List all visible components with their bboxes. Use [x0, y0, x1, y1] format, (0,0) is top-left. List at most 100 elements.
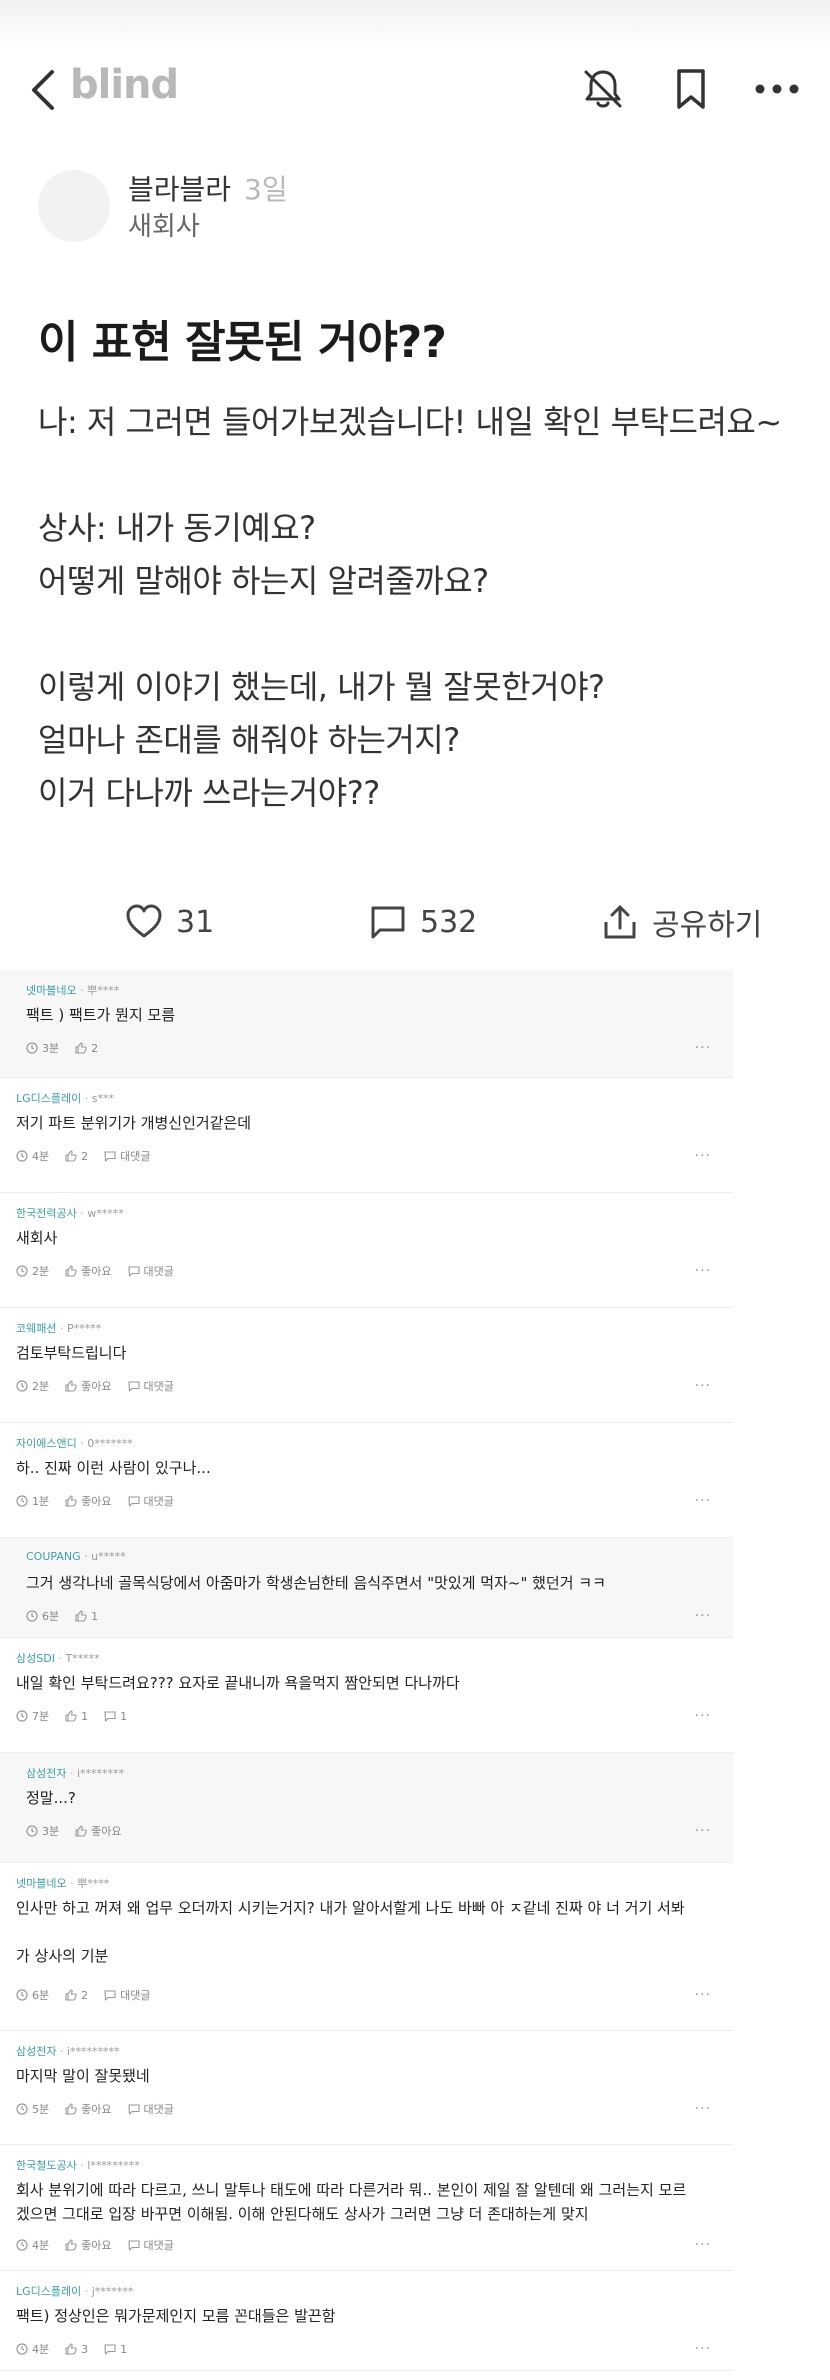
- author-company[interactable]: 새회사: [128, 206, 200, 243]
- thumbs-up-icon: [65, 2103, 77, 2115]
- comment-more-icon[interactable]: ···: [695, 2341, 711, 2357]
- comment-author[interactable]: 삼성전자 · i*********: [16, 2043, 120, 2059]
- comment-author[interactable]: LG디스플레이 · s***: [16, 1090, 114, 1106]
- comment-button[interactable]: 532: [368, 898, 477, 946]
- comment-reply-button[interactable]: 1: [104, 2343, 127, 2356]
- comment-more-icon[interactable]: ···: [695, 2101, 711, 2117]
- comment-reply-button[interactable]: 대댓글: [127, 2101, 174, 2117]
- comment-text-cont: 겠으면 그대로 입장 바꾸면 이해됨. 이해 안된다해도 상사가 그러면 그냥 …: [16, 2205, 589, 2223]
- comment-reply-button[interactable]: 대댓글: [127, 1378, 174, 1394]
- reply-icon: [127, 2240, 140, 2251]
- comment-footer: 5분 좋아요 대댓글: [16, 2101, 174, 2117]
- comment-text: 내일 확인 부탁드려요??? 요자로 끝내니까 욕을먹지 짬안되면 다나까다: [16, 1674, 460, 1692]
- thumbs-up-icon: [65, 1710, 77, 1722]
- comment-user-id: u*****: [91, 1550, 126, 1563]
- comment-company: COUPANG: [26, 1550, 81, 1563]
- comment-more-icon[interactable]: ···: [695, 1708, 711, 1724]
- comment-user-id: 뿌****: [87, 984, 120, 997]
- comment-item[interactable]: COUPANG · u***** 그거 생각나네 골목식당에서 아줌마가 학생손님…: [0, 1538, 733, 1638]
- comment-reply-button[interactable]: 대댓글: [104, 1148, 151, 1164]
- comment-item[interactable]: 넷마블네오 · 뿌**** 팩트 ) 팩트가 뭔지 모름 3분 2 ···: [0, 970, 733, 1078]
- comment-company: 넷마블네오: [16, 1877, 67, 1890]
- bell-off-icon[interactable]: [580, 66, 626, 112]
- comment-user-id: T*****: [65, 1652, 100, 1665]
- comment-time: 4분: [16, 2341, 49, 2357]
- comment-time: 2분: [16, 1378, 49, 1394]
- comment-item[interactable]: 코웨패션 · P***** 검토부탁드립니다 2분 좋아요 대댓글 ···: [0, 1308, 733, 1423]
- author-name[interactable]: 블라블라: [128, 168, 231, 208]
- comment-item[interactable]: 삼성전자 · i********* 마지막 말이 잘못됐네 5분 좋아요 대댓글 ···: [0, 2031, 733, 2145]
- comment-user-id: i*********: [66, 2045, 120, 2058]
- comment-reply-button[interactable]: 대댓글: [127, 1493, 174, 1509]
- comment-footer: 6분 1: [26, 1608, 98, 1624]
- thumbs-up-icon: [75, 1825, 87, 1837]
- comment-author[interactable]: 삼성전자 · i********: [26, 1765, 124, 1781]
- comment-more-icon[interactable]: ···: [695, 2237, 711, 2253]
- comment-like-button[interactable]: 좋아요: [65, 2237, 112, 2253]
- comment-like-button[interactable]: 좋아요: [65, 1493, 112, 1509]
- comment-more-icon[interactable]: ···: [695, 1040, 711, 1056]
- comment-like-button[interactable]: 1: [75, 1610, 98, 1623]
- comment-item[interactable]: 넷마블네오 · 뿌**** 인사만 하고 꺼져 왜 업무 오더까지 시키는거지? …: [0, 1863, 733, 2031]
- comment-text: 인사만 하고 꺼져 왜 업무 오더까지 시키는거지? 내가 알아서할게 나도 바…: [16, 1899, 685, 1917]
- comment-author[interactable]: LG디스플레이 · j*******: [16, 2283, 133, 2299]
- more-horizontal-icon[interactable]: [754, 66, 800, 112]
- like-button[interactable]: 31: [124, 898, 214, 946]
- post-actions: 31 532 공유하기: [0, 890, 830, 954]
- comment-user-id: l*********: [87, 2159, 140, 2172]
- thumbs-up-icon: [65, 1495, 77, 1507]
- share-button[interactable]: 공유하기: [600, 898, 762, 946]
- comment-more-icon[interactable]: ···: [695, 1378, 711, 1394]
- comment-author[interactable]: 넷마블네오 · 뿌****: [26, 982, 119, 998]
- comment-author[interactable]: 코웨패션 · P*****: [16, 1320, 101, 1336]
- comment-reply-button[interactable]: 1: [104, 1710, 127, 1723]
- comment-text: 회사 분위기에 따라 다르고, 쓰니 말투나 태도에 따라 다른거라 뭐.. 본…: [16, 2181, 687, 2199]
- comment-author[interactable]: 한국철도공사 · l*********: [16, 2157, 140, 2173]
- comment-like-button[interactable]: 2: [65, 1150, 88, 1163]
- comment-item[interactable]: 삼성전자 · i******** 정말...? 3분 좋아요 ···: [0, 1753, 733, 1863]
- bookmark-icon[interactable]: [668, 66, 714, 112]
- comment-item[interactable]: 삼성SDI · T***** 내일 확인 부탁드려요??? 요자로 끝내니까 욕을…: [0, 1638, 733, 1753]
- comment-item[interactable]: 자이에스앤디 · 0******* 하.. 진짜 이런 사람이 있구나... 1분 좋…: [0, 1423, 733, 1538]
- comment-author[interactable]: 한국전력공사 · w*****: [16, 1205, 124, 1221]
- comment-icon: [371, 906, 405, 939]
- comment-like-button[interactable]: 1: [65, 1710, 88, 1723]
- comment-item[interactable]: LG디스플레이 · j******* 팩트) 정상인은 뭐가문제인지 모름 꼰대들…: [0, 2271, 733, 2371]
- comment-author[interactable]: 삼성SDI · T*****: [16, 1650, 100, 1666]
- comment-footer: 7분 1 1: [16, 1708, 127, 1724]
- comment-like-button[interactable]: 좋아요: [65, 2101, 112, 2117]
- comment-more-icon[interactable]: ···: [695, 1608, 711, 1624]
- comment-author[interactable]: 넷마블네오 · 뿌****: [16, 1875, 109, 1891]
- comment-item[interactable]: 한국철도공사 · l********* 회사 분위기에 따라 다르고, 쓰니 말투…: [0, 2145, 733, 2271]
- clock-icon: [16, 1380, 28, 1392]
- comment-text: 하.. 진짜 이런 사람이 있구나...: [16, 1459, 211, 1477]
- comment-time: 2분: [16, 1263, 49, 1279]
- comment-company: 자이에스앤디: [16, 1437, 77, 1450]
- comment-author[interactable]: COUPANG · u*****: [26, 1550, 126, 1563]
- comment-more-icon[interactable]: ···: [695, 1263, 711, 1279]
- comment-item[interactable]: 한국전력공사 · w***** 새회사 2분 좋아요 대댓글 ···: [0, 1193, 733, 1308]
- comment-like-button[interactable]: 좋아요: [65, 1378, 112, 1394]
- comment-like-button[interactable]: 3: [65, 2343, 88, 2356]
- comment-more-icon[interactable]: ···: [695, 1493, 711, 1509]
- clock-icon: [16, 1710, 28, 1722]
- comment-text-cont: 가 상사의 기분: [16, 1947, 109, 1965]
- comment-like-button[interactable]: 좋아요: [75, 1823, 122, 1839]
- comment-reply-button[interactable]: 대댓글: [127, 1263, 174, 1279]
- comment-reply-button[interactable]: 대댓글: [104, 1987, 151, 2003]
- comment-reply-button[interactable]: 대댓글: [127, 2237, 174, 2253]
- comment-like-button[interactable]: 2: [65, 1989, 88, 2002]
- comment-more-icon[interactable]: ···: [695, 1823, 711, 1839]
- reply-icon: [104, 1711, 116, 1722]
- comment-text: 팩트 ) 팩트가 뭔지 모름: [26, 1006, 176, 1024]
- chevron-left-icon[interactable]: [28, 68, 58, 112]
- comment-footer: 4분 좋아요 대댓글: [16, 2237, 174, 2253]
- comment-more-icon[interactable]: ···: [695, 1148, 711, 1164]
- comment-more-icon[interactable]: ···: [695, 1987, 711, 2003]
- comment-item[interactable]: LG디스플레이 · s*** 저기 파트 분위기가 개병신인거같은데 4분 2 대댓글 ·…: [0, 1078, 733, 1193]
- comment-like-button[interactable]: 좋아요: [65, 1263, 112, 1279]
- comment-text: 새회사: [16, 1229, 58, 1247]
- comment-author[interactable]: 자이에스앤디 · 0*******: [16, 1435, 133, 1451]
- comment-like-button[interactable]: 2: [75, 1042, 98, 1055]
- share-icon: [604, 905, 636, 939]
